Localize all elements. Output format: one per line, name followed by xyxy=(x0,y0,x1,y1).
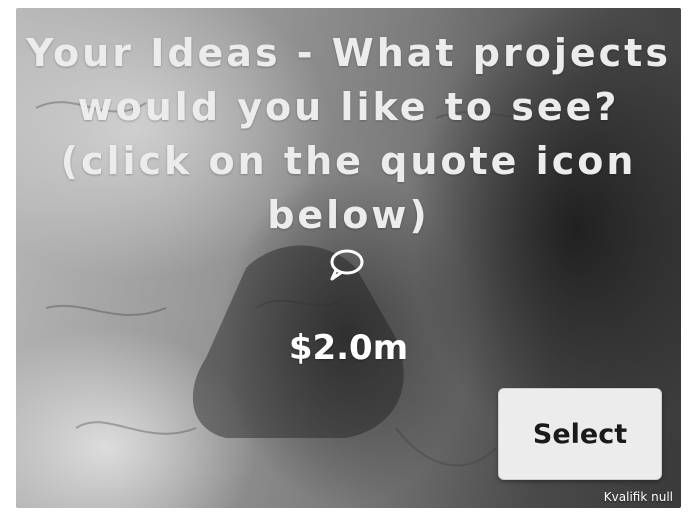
headline: Your Ideas - What projects would you lik… xyxy=(26,31,671,237)
footer-label: Kvalifik null xyxy=(603,490,673,504)
project-card: Your Ideas - What projects would you lik… xyxy=(16,8,681,508)
select-button-label: Select xyxy=(532,418,628,450)
speech-bubble-icon[interactable] xyxy=(326,248,366,282)
select-button[interactable]: Select xyxy=(498,388,662,480)
price-value: $2.0m xyxy=(288,328,409,368)
